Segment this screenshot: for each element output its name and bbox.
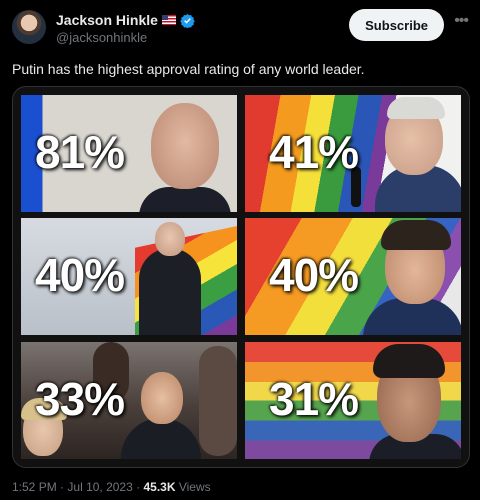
- approval-percentage: 41%: [269, 126, 359, 178]
- approval-percentage: 33%: [35, 373, 125, 425]
- photo-tile-putin[interactable]: 81%: [21, 95, 237, 212]
- tweet-media[interactable]: 81% 41% 40% 40% 33% 31%: [12, 86, 470, 468]
- author-name[interactable]: Jackson Hinkle: [56, 12, 158, 28]
- subscribe-button[interactable]: Subscribe: [349, 9, 444, 41]
- approval-percentage: 81%: [35, 126, 125, 178]
- post-date[interactable]: Jul 10, 2023: [67, 480, 132, 494]
- approval-percentage: 40%: [35, 249, 125, 301]
- approval-percentage: 31%: [269, 373, 359, 425]
- verified-badge-icon: [180, 13, 195, 28]
- separator: ·: [60, 480, 65, 494]
- photo-tile-macron[interactable]: 33%: [21, 342, 237, 459]
- author-name-row: Jackson Hinkle: [56, 12, 195, 28]
- image-grid: 81% 41% 40% 40% 33% 31%: [21, 95, 461, 459]
- photo-tile-scholz[interactable]: 40%: [21, 218, 237, 335]
- tweet-text: Putin has the highest approval rating of…: [12, 61, 365, 77]
- author-handle[interactable]: @jacksonhinkle: [56, 30, 147, 45]
- separator: ·: [136, 480, 141, 494]
- avatar[interactable]: [12, 10, 46, 44]
- tweet-footer: 1:52 PM · Jul 10, 2023 · 45.3K Views: [12, 480, 211, 494]
- photo-tile-trudeau[interactable]: 40%: [245, 218, 461, 335]
- photo-tile-biden[interactable]: 41%: [245, 95, 461, 212]
- views-count: 45.3K: [143, 480, 176, 494]
- more-icon[interactable]: •••: [454, 12, 469, 30]
- tweet-header: Jackson Hinkle @jacksonhinkle Subscribe …: [12, 8, 469, 48]
- post-time[interactable]: 1:52 PM: [12, 480, 57, 494]
- views-label: Views: [178, 480, 211, 494]
- approval-percentage: 40%: [269, 249, 359, 301]
- photo-tile-sunak[interactable]: 31%: [245, 342, 461, 459]
- us-flag-icon: [161, 15, 176, 25]
